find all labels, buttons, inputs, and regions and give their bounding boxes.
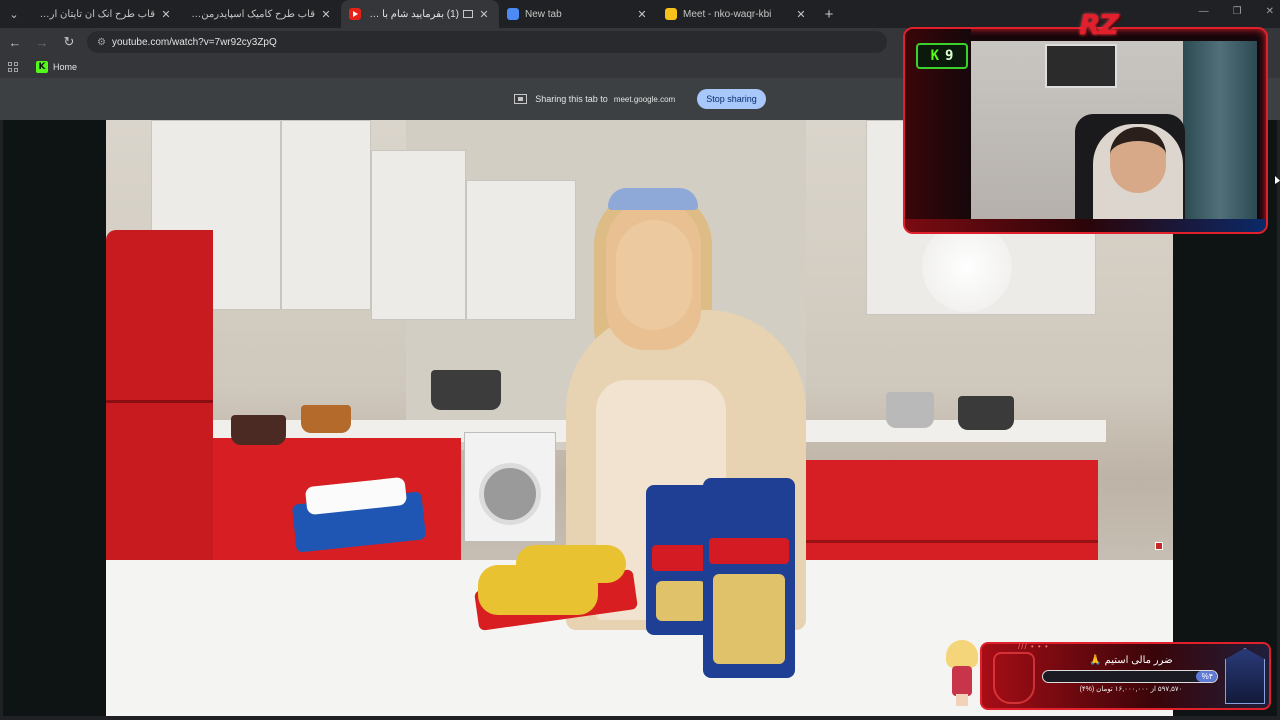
goal-progress-text: ۵۹۷,۵۷۰ از ۱۶,۰۰۰,۰۰۰ تومان (%۴) [1079,686,1183,693]
video-marker-icon [1155,542,1163,550]
back-icon[interactable]: ← [3,35,27,50]
minimize-icon[interactable]: — [1199,6,1209,17]
hand-icon [993,652,1035,704]
close-icon[interactable]: ✕ [635,8,649,21]
browser-window: ⌄ قاب طرح انک آن تایتان ارن و میکا ✕ قاب… [0,0,1280,720]
decor-dots: /// • • • [1018,642,1049,651]
stop-sharing-button[interactable]: Stop sharing [697,89,766,109]
tab-title: Meet - nko-waqr-kbi [683,8,772,20]
window-controls: — ❐ ✕ [1199,6,1274,17]
tab-search-button[interactable]: ⌄ [0,0,28,28]
tab-title: قاب طرح کامیک اسپایدرمن ۳ - ق [189,8,315,20]
viewer-count-badge: K 9 [916,43,968,69]
screen-share-icon [514,94,528,104]
tab-title: (1) بفرمایید شام با یوتیوبرا (س [367,8,459,20]
tab-3-active[interactable]: (1) بفرمایید شام با یوتیوبرا (س ✕ [341,0,499,28]
tab-title: New tab [525,8,562,20]
bookmark-home[interactable]: Home [53,62,77,72]
close-window-icon[interactable]: ✕ [1266,6,1274,17]
goal-title: ضرر مالی استیم 🙏 [1089,655,1173,666]
youtube-icon [349,8,361,20]
url-text: youtube.com/watch?v=7wr92cy3ZpQ [111,36,277,48]
kick-icon: K [36,61,48,73]
tab-2[interactable]: قاب طرح کامیک اسپایدرمن ۳ - ق ✕ [181,0,341,28]
close-icon[interactable]: ✕ [794,8,808,21]
goal-progress-bar: %۴ [1042,670,1218,683]
apps-icon[interactable] [8,62,18,72]
tab-1[interactable]: قاب طرح انک آن تایتان ارن و میکا ✕ [28,0,181,28]
new-tab-icon [507,8,519,20]
sharing-text: Sharing this tab to [535,94,608,104]
emblem-icon [1225,648,1265,704]
tab-4[interactable]: New tab ✕ [499,0,657,28]
tab-title: قاب طرح انک آن تایتان ارن و میکا [36,8,155,20]
address-bar[interactable]: ⚙ youtube.com/watch?v=7wr92cy3ZpQ [87,31,887,53]
new-tab-button[interactable]: + [816,6,842,23]
meet-icon [665,8,677,20]
site-info-icon[interactable]: ⚙ [97,37,106,48]
mouse-cursor-icon [1275,176,1280,184]
close-icon[interactable]: ✕ [159,8,173,21]
goal-percent: %۴ [1201,672,1213,681]
close-icon[interactable]: ✕ [319,8,333,21]
sharing-domain: meet.google.com [613,94,676,104]
viewer-count: 9 [945,48,954,64]
reload-icon[interactable]: ↻ [57,34,81,50]
forward-icon[interactable]: → [30,35,54,50]
kick-icon: K [930,48,939,64]
tab-sharing-icon [463,10,473,18]
close-icon[interactable]: ✕ [477,8,491,21]
anime-mascot-icon [944,640,980,706]
streamer-logo: RZ [1079,8,1119,41]
maximize-icon[interactable]: ❐ [1233,6,1242,17]
tab-5[interactable]: Meet - nko-waqr-kbi ✕ [657,0,816,28]
